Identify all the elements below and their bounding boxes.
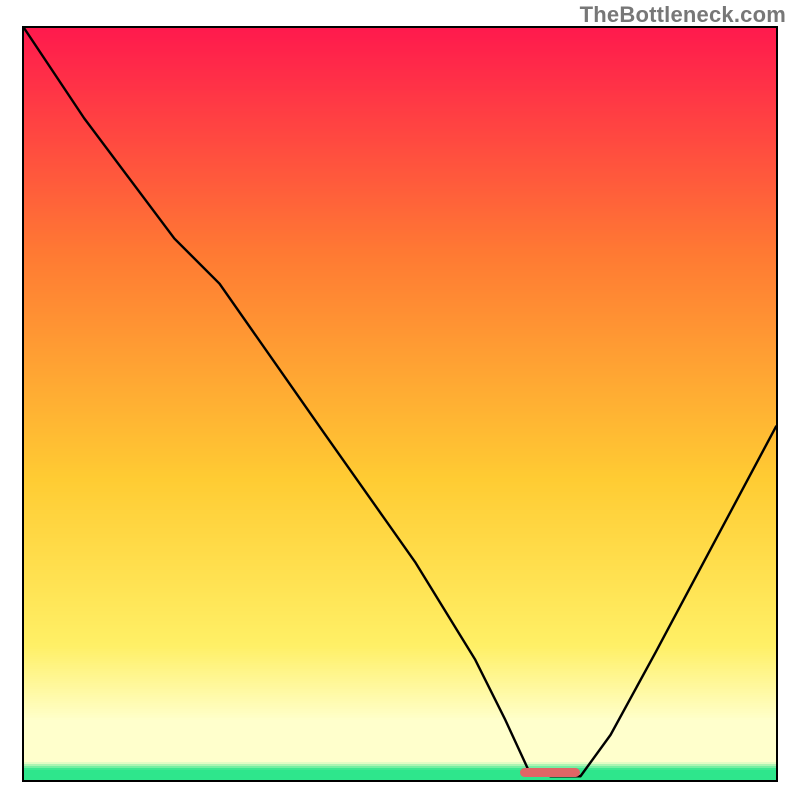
plot-area [22,26,778,782]
optimal-region-marker [520,768,580,777]
background-gradient [24,28,776,780]
watermark-text: TheBottleneck.com [580,2,786,28]
